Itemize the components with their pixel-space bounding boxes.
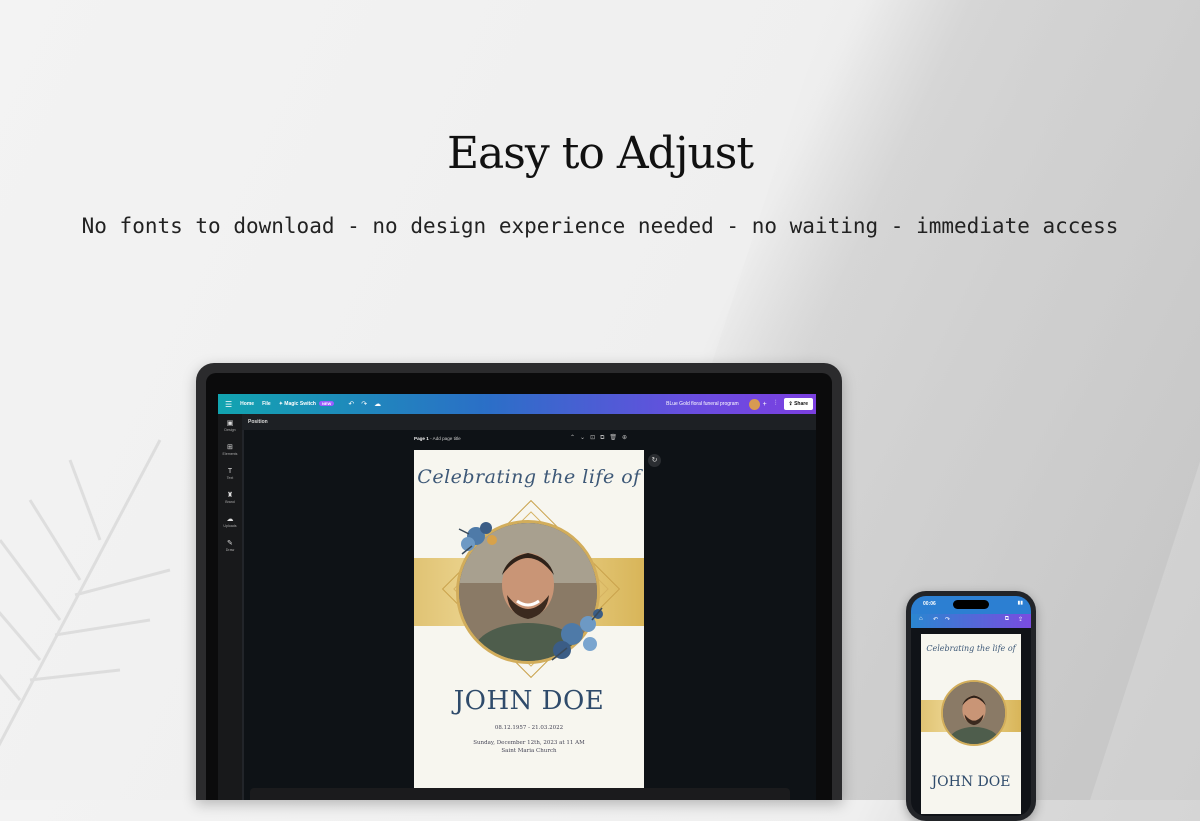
sidebar-item-label: Brand <box>225 500 235 504</box>
sidebar-item-design[interactable]: ▣ Design <box>224 420 235 432</box>
home-icon[interactable]: ⌂ <box>919 616 923 622</box>
service-location[interactable]: Saint Maria Church <box>414 748 644 754</box>
design-page[interactable]: Celebrating the life of JOHN DOE 08.12.1… <box>414 450 644 800</box>
phone-deceased-name[interactable]: JOHN DOE <box>921 774 1021 790</box>
sidebar-item-brand[interactable]: ♜ Brand <box>225 492 235 504</box>
editor-screen: ☰ Home File ✦ Magic Switch NEW ↶ ↷ ☁ BLue… <box>218 394 816 800</box>
lock-icon[interactable]: ⊡ <box>590 435 600 441</box>
blue-flowers-bottom[interactable] <box>542 600 612 670</box>
file-menu[interactable]: File <box>262 401 271 407</box>
blue-flowers-top[interactable] <box>454 514 504 564</box>
new-badge: NEW <box>318 401 335 406</box>
share-label: Share <box>794 401 808 407</box>
page-number: Page 1 <box>414 436 429 441</box>
phone: 00:06 ▮▮ ⌂ ↶ ↷ ⧉ ⇪ Celebrating the life … <box>906 591 1036 821</box>
uploads-icon: ☁ <box>226 516 234 523</box>
headline: Easy to Adjust <box>446 128 754 179</box>
redo-icon[interactable]: ↷ <box>945 616 950 623</box>
hamburger-icon[interactable]: ☰ <box>225 400 232 409</box>
share-button[interactable]: ⇪ Share <box>783 398 813 410</box>
phone-notch <box>953 600 989 609</box>
sidebar-item-label: Draw <box>225 548 235 552</box>
home-menu[interactable]: Home <box>240 401 254 407</box>
brand-icon: ♜ <box>226 492 234 499</box>
chevron-down-icon[interactable]: ⌄ <box>580 435 590 441</box>
laptop: ☰ Home File ✦ Magic Switch NEW ↶ ↷ ☁ BLue… <box>196 363 842 800</box>
leaf-shadow-decoration <box>0 439 171 747</box>
phone-script-title[interactable]: Celebrating the life of <box>921 644 1021 653</box>
position-toolbar: Position <box>242 414 816 430</box>
deceased-name[interactable]: JOHN DOE <box>414 686 644 716</box>
cloud-save-icon[interactable]: ☁ <box>374 400 381 408</box>
phone-time: 00:06 <box>923 601 936 607</box>
sidebar-item-label: Text <box>226 476 234 480</box>
duplicate-icon[interactable]: ⧉ <box>600 435 609 441</box>
refresh-icon[interactable]: ↻ <box>648 454 661 467</box>
add-collaborator-icon[interactable]: + <box>763 401 767 408</box>
phone-portrait-photo[interactable] <box>941 680 1007 746</box>
sidebar-item-label: Uploads <box>223 524 237 528</box>
avatar[interactable] <box>748 398 760 410</box>
laptop-base <box>250 788 790 800</box>
subline: No fonts to download - no design experie… <box>81 214 1119 238</box>
position-button[interactable]: Position <box>248 419 268 425</box>
magic-switch-button[interactable]: ✦ Magic Switch NEW <box>279 401 335 407</box>
undo-icon[interactable]: ↶ <box>348 400 354 408</box>
redo-icon[interactable]: ↷ <box>361 400 367 408</box>
script-title[interactable]: Celebrating the life of <box>414 466 644 488</box>
phone-design-page[interactable]: Celebrating the life of JOHN DOE <box>921 634 1021 814</box>
phone-status-bar: 00:06 ▮▮ <box>911 596 1031 614</box>
phone-screen: 00:06 ▮▮ ⌂ ↶ ↷ ⧉ ⇪ Celebrating the life … <box>911 596 1031 816</box>
sidebar-item-label: Design <box>224 428 236 432</box>
sidebar-item-elements[interactable]: ⊞ Elements <box>223 444 238 456</box>
text-icon: T <box>227 468 233 475</box>
stats-icon[interactable]: ⫶ <box>775 400 777 408</box>
sidebar-item-draw[interactable]: ✎ Draw <box>226 540 234 552</box>
magic-switch-label: Magic Switch <box>284 401 316 407</box>
draw-icon: ✎ <box>227 540 233 547</box>
design-icon: ▣ <box>226 420 234 427</box>
trash-icon[interactable]: 🗑 <box>609 435 622 441</box>
share-icon[interactable]: ⇪ <box>1018 616 1023 623</box>
add-page-icon[interactable]: ⊕ <box>622 435 632 441</box>
sidebar-item-text[interactable]: T Text <box>227 468 234 480</box>
phone-toolbar: ⌂ ↶ ↷ ⧉ ⇪ <box>911 614 1031 628</box>
life-dates[interactable]: 08.12.1957 - 21.03.2022 <box>414 725 644 731</box>
document-title[interactable]: BLue Gold floral funeral program <box>666 401 739 407</box>
panel-edge <box>242 430 244 800</box>
sidebar-item-label: Elements <box>222 452 238 456</box>
elements-icon: ⊞ <box>227 444 233 451</box>
editor-topbar: ☰ Home File ✦ Magic Switch NEW ↶ ↷ ☁ BLue… <box>218 394 816 414</box>
page-title-placeholder: - Add page title <box>428 436 461 441</box>
battery-icon: ▮▮ <box>1017 600 1023 606</box>
page-tools: ⌃⌄⊡⧉🗑⊕ <box>570 434 632 442</box>
duplicate-icon[interactable]: ⧉ <box>1005 616 1009 623</box>
sidebar-item-uploads[interactable]: ☁ Uploads <box>223 516 236 528</box>
page-label[interactable]: Page 1 - Add page title <box>414 436 461 441</box>
editor-sidebar: ▣ Design ⊞ Elements T Text ♜ Brand ☁ Upl… <box>218 414 242 800</box>
chevron-up-icon[interactable]: ⌃ <box>570 435 580 441</box>
undo-icon[interactable]: ↶ <box>933 616 938 623</box>
service-date[interactable]: Sunday, December 12th, 2023 at 11 AM <box>414 740 644 746</box>
